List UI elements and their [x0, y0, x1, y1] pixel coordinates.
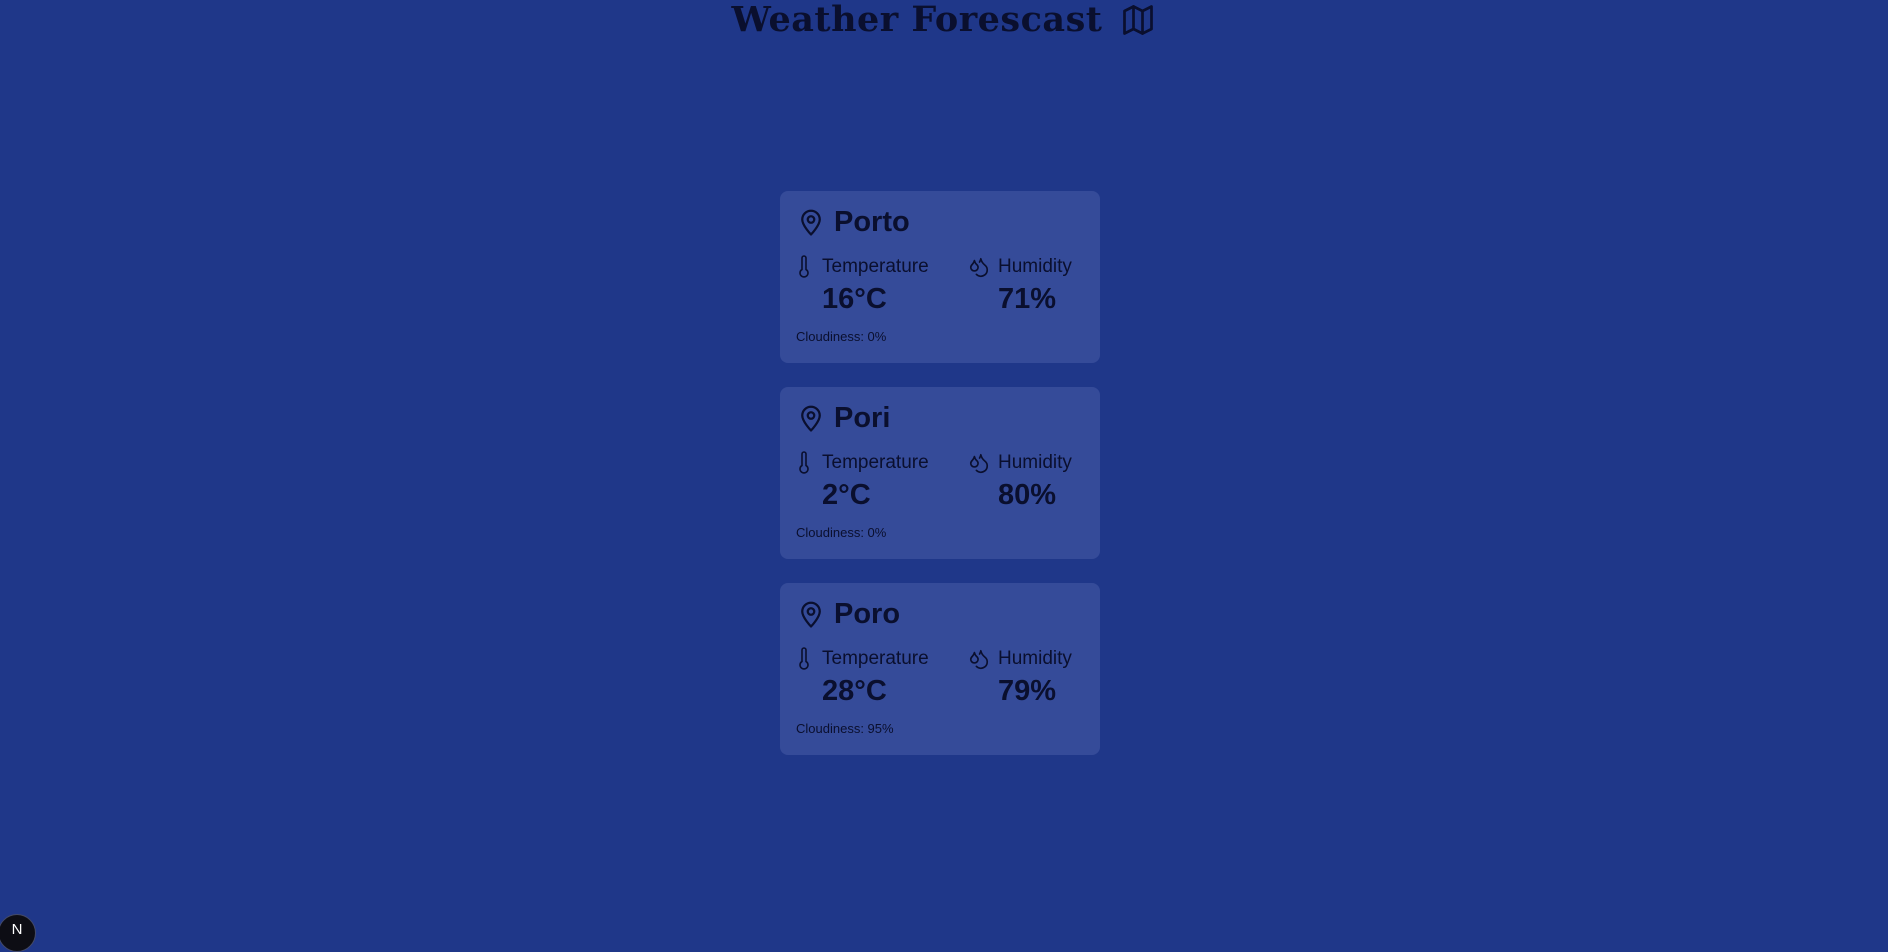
droplets-icon — [968, 647, 990, 671]
thermometer-icon — [798, 451, 820, 475]
location-pin-icon — [796, 599, 826, 629]
temperature-value: 2°C — [822, 479, 871, 511]
humidity-label: Humidity — [998, 452, 1072, 473]
humidity-value: 80% — [998, 479, 1057, 511]
temperature-block: Temperature 16°C — [798, 255, 929, 315]
weather-card-pori: Pori Temperature 2°C Humidity 80% Cloudi… — [780, 387, 1100, 559]
location-pin-icon — [796, 403, 826, 433]
cloudiness-text: Cloudiness: 0% — [796, 329, 887, 344]
humidity-value: 71% — [998, 283, 1057, 315]
humidity-value: 79% — [998, 675, 1057, 707]
humidity-block: Humidity 80% — [968, 451, 1072, 511]
humidity-label: Humidity — [998, 648, 1072, 669]
thermometer-icon — [798, 647, 820, 671]
location-pin-icon — [796, 207, 826, 237]
cloudiness-text: Cloudiness: 0% — [796, 525, 887, 540]
droplets-icon — [968, 255, 990, 279]
weather-card-poro: Poro Temperature 28°C Humidity 79% Cloud… — [780, 583, 1100, 755]
city-row: Pori — [796, 401, 890, 435]
map-icon[interactable] — [1120, 2, 1156, 38]
temperature-block: Temperature 28°C — [798, 647, 929, 707]
city-row: Porto — [796, 205, 910, 239]
city-name: Porto — [834, 206, 910, 238]
humidity-label: Humidity — [998, 256, 1072, 277]
humidity-block: Humidity 79% — [968, 647, 1072, 707]
droplets-icon — [968, 451, 990, 475]
temperature-value: 28°C — [822, 675, 887, 707]
humidity-block: Humidity 71% — [968, 255, 1072, 315]
framework-badge-button[interactable]: N — [0, 914, 36, 952]
weather-card-list: Porto Temperature 16°C Humidity 71% Clou… — [780, 191, 1100, 779]
cloudiness-text: Cloudiness: 95% — [796, 721, 894, 736]
city-name: Poro — [834, 598, 901, 630]
page-title: Weather Forescast — [731, 0, 1103, 40]
city-name: Pori — [834, 402, 891, 434]
city-row: Poro — [796, 597, 900, 631]
page-header: Weather Forescast — [0, 0, 1888, 40]
temperature-label: Temperature — [822, 256, 929, 277]
temperature-value: 16°C — [822, 283, 887, 315]
temperature-label: Temperature — [822, 648, 929, 669]
temperature-block: Temperature 2°C — [798, 451, 929, 511]
temperature-label: Temperature — [822, 452, 929, 473]
weather-card-porto: Porto Temperature 16°C Humidity 71% Clou… — [780, 191, 1100, 363]
thermometer-icon — [798, 255, 820, 279]
